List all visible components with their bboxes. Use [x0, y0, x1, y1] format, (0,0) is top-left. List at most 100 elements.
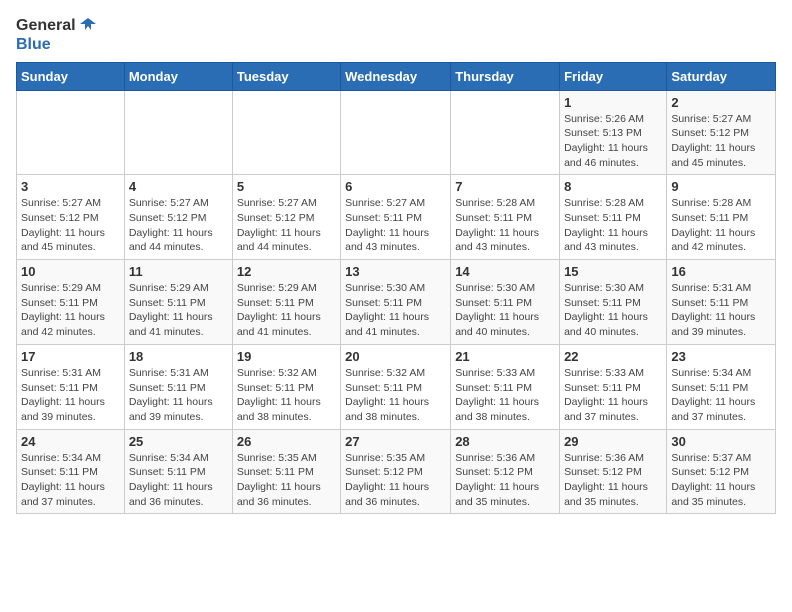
- day-number: 19: [237, 349, 336, 364]
- day-cell-27: 27 Sunrise: 5:35 AMSunset: 5:12 PMDayligh…: [341, 429, 451, 514]
- day-cell-13: 13 Sunrise: 5:30 AMSunset: 5:11 PMDayligh…: [341, 260, 451, 345]
- day-cell-24: 24 Sunrise: 5:34 AMSunset: 5:11 PMDayligh…: [17, 429, 125, 514]
- day-info: Sunrise: 5:33 AMSunset: 5:11 PMDaylight:…: [455, 366, 555, 425]
- week-row-5: 24 Sunrise: 5:34 AMSunset: 5:11 PMDayligh…: [17, 429, 776, 514]
- day-info: Sunrise: 5:34 AMSunset: 5:11 PMDaylight:…: [21, 451, 120, 510]
- day-number: 17: [21, 349, 120, 364]
- day-number: 3: [21, 179, 120, 194]
- day-info: Sunrise: 5:34 AMSunset: 5:11 PMDaylight:…: [671, 366, 771, 425]
- day-number: 11: [129, 264, 228, 279]
- day-cell-10: 10 Sunrise: 5:29 AMSunset: 5:11 PMDayligh…: [17, 260, 125, 345]
- day-number: 8: [564, 179, 662, 194]
- day-info: Sunrise: 5:27 AMSunset: 5:12 PMDaylight:…: [21, 196, 120, 255]
- day-number: 30: [671, 434, 771, 449]
- day-number: 2: [671, 95, 771, 110]
- empty-cell: [232, 90, 340, 175]
- day-cell-18: 18Sunrise: 5:31 AMSunset: 5:11 PMDayligh…: [124, 344, 232, 429]
- day-cell-12: 12 Sunrise: 5:29 AMSunset: 5:11 PMDayligh…: [232, 260, 340, 345]
- day-number: 24: [21, 434, 120, 449]
- day-info: Sunrise: 5:28 AMSunset: 5:11 PMDaylight:…: [671, 196, 771, 255]
- logo-bird-icon: [78, 16, 98, 36]
- day-cell-21: 21Sunrise: 5:33 AMSunset: 5:11 PMDayligh…: [451, 344, 560, 429]
- day-header-monday: Monday: [124, 62, 232, 90]
- day-number: 14: [455, 264, 555, 279]
- day-info: Sunrise: 5:28 AMSunset: 5:11 PMDaylight:…: [455, 196, 555, 255]
- day-number: 7: [455, 179, 555, 194]
- day-cell-17: 17 Sunrise: 5:31 AMSunset: 5:11 PMDayligh…: [17, 344, 125, 429]
- day-header-friday: Friday: [560, 62, 667, 90]
- day-number: 1: [564, 95, 662, 110]
- day-info: Sunrise: 5:27 AMSunset: 5:11 PMDaylight:…: [345, 196, 446, 255]
- day-info: Sunrise: 5:35 AMSunset: 5:11 PMDaylight:…: [237, 451, 336, 510]
- calendar-table: SundayMondayTuesdayWednesdayThursdayFrid…: [16, 62, 776, 515]
- day-cell-29: 29 Sunrise: 5:36 AMSunset: 5:12 PMDayligh…: [560, 429, 667, 514]
- day-cell-5: 5Sunrise: 5:27 AMSunset: 5:12 PMDaylight…: [232, 175, 340, 260]
- day-cell-8: 8 Sunrise: 5:28 AMSunset: 5:11 PMDaylight…: [560, 175, 667, 260]
- day-info: Sunrise: 5:27 AMSunset: 5:12 PMDaylight:…: [237, 196, 336, 255]
- day-cell-22: 22Sunrise: 5:33 AMSunset: 5:11 PMDayligh…: [560, 344, 667, 429]
- week-row-4: 17 Sunrise: 5:31 AMSunset: 5:11 PMDayligh…: [17, 344, 776, 429]
- day-info: Sunrise: 5:34 AMSunset: 5:11 PMDaylight:…: [129, 451, 228, 510]
- day-cell-30: 30Sunrise: 5:37 AMSunset: 5:12 PMDayligh…: [667, 429, 776, 514]
- day-number: 25: [129, 434, 228, 449]
- day-cell-26: 26Sunrise: 5:35 AMSunset: 5:11 PMDayligh…: [232, 429, 340, 514]
- day-header-tuesday: Tuesday: [232, 62, 340, 90]
- day-header-wednesday: Wednesday: [341, 62, 451, 90]
- day-cell-20: 20Sunrise: 5:32 AMSunset: 5:11 PMDayligh…: [341, 344, 451, 429]
- day-cell-28: 28 Sunrise: 5:36 AMSunset: 5:12 PMDayligh…: [451, 429, 560, 514]
- day-info: Sunrise: 5:32 AMSunset: 5:11 PMDaylight:…: [237, 366, 336, 425]
- day-info: Sunrise: 5:30 AMSunset: 5:11 PMDaylight:…: [345, 281, 446, 340]
- day-info: Sunrise: 5:36 AMSunset: 5:12 PMDaylight:…: [564, 451, 662, 510]
- day-info: Sunrise: 5:29 AMSunset: 5:11 PMDaylight:…: [21, 281, 120, 340]
- day-info: Sunrise: 5:30 AMSunset: 5:11 PMDaylight:…: [564, 281, 662, 340]
- day-header-saturday: Saturday: [667, 62, 776, 90]
- day-number: 10: [21, 264, 120, 279]
- day-info: Sunrise: 5:33 AMSunset: 5:11 PMDaylight:…: [564, 366, 662, 425]
- day-number: 12: [237, 264, 336, 279]
- day-info: Sunrise: 5:36 AMSunset: 5:12 PMDaylight:…: [455, 451, 555, 510]
- day-info: Sunrise: 5:31 AMSunset: 5:11 PMDaylight:…: [671, 281, 771, 340]
- day-info: Sunrise: 5:29 AMSunset: 5:11 PMDaylight:…: [129, 281, 228, 340]
- day-header-sunday: Sunday: [17, 62, 125, 90]
- week-row-2: 3 Sunrise: 5:27 AMSunset: 5:12 PMDaylight…: [17, 175, 776, 260]
- day-cell-23: 23 Sunrise: 5:34 AMSunset: 5:11 PMDayligh…: [667, 344, 776, 429]
- day-info: Sunrise: 5:27 AMSunset: 5:12 PMDaylight:…: [129, 196, 228, 255]
- day-info: Sunrise: 5:26 AMSunset: 5:13 PMDaylight:…: [564, 112, 662, 171]
- day-info: Sunrise: 5:31 AMSunset: 5:11 PMDaylight:…: [21, 366, 120, 425]
- day-cell-2: 2 Sunrise: 5:27 AMSunset: 5:12 PMDaylight…: [667, 90, 776, 175]
- day-info: Sunrise: 5:28 AMSunset: 5:11 PMDaylight:…: [564, 196, 662, 255]
- day-cell-7: 7 Sunrise: 5:28 AMSunset: 5:11 PMDaylight…: [451, 175, 560, 260]
- logo-blue: Blue: [16, 36, 98, 54]
- empty-cell: [451, 90, 560, 175]
- day-number: 28: [455, 434, 555, 449]
- day-cell-9: 9 Sunrise: 5:28 AMSunset: 5:11 PMDaylight…: [667, 175, 776, 260]
- day-number: 4: [129, 179, 228, 194]
- day-cell-4: 4 Sunrise: 5:27 AMSunset: 5:12 PMDaylight…: [124, 175, 232, 260]
- day-cell-1: 1 Sunrise: 5:26 AMSunset: 5:13 PMDaylight…: [560, 90, 667, 175]
- page-header: General Blue: [16, 16, 776, 54]
- logo: General Blue: [16, 16, 98, 54]
- days-header-row: SundayMondayTuesdayWednesdayThursdayFrid…: [17, 62, 776, 90]
- day-info: Sunrise: 5:27 AMSunset: 5:12 PMDaylight:…: [671, 112, 771, 171]
- day-number: 6: [345, 179, 446, 194]
- day-number: 13: [345, 264, 446, 279]
- logo-container: General Blue: [16, 16, 98, 54]
- day-cell-6: 6 Sunrise: 5:27 AMSunset: 5:11 PMDaylight…: [341, 175, 451, 260]
- week-row-1: 1 Sunrise: 5:26 AMSunset: 5:13 PMDaylight…: [17, 90, 776, 175]
- day-info: Sunrise: 5:29 AMSunset: 5:11 PMDaylight:…: [237, 281, 336, 340]
- day-number: 27: [345, 434, 446, 449]
- day-cell-14: 14Sunrise: 5:30 AMSunset: 5:11 PMDayligh…: [451, 260, 560, 345]
- day-header-thursday: Thursday: [451, 62, 560, 90]
- day-number: 29: [564, 434, 662, 449]
- empty-cell: [17, 90, 125, 175]
- day-cell-19: 19 Sunrise: 5:32 AMSunset: 5:11 PMDayligh…: [232, 344, 340, 429]
- day-number: 9: [671, 179, 771, 194]
- empty-cell: [341, 90, 451, 175]
- empty-cell: [124, 90, 232, 175]
- day-number: 15: [564, 264, 662, 279]
- day-info: Sunrise: 5:35 AMSunset: 5:12 PMDaylight:…: [345, 451, 446, 510]
- day-cell-3: 3 Sunrise: 5:27 AMSunset: 5:12 PMDaylight…: [17, 175, 125, 260]
- day-number: 23: [671, 349, 771, 364]
- day-cell-11: 11 Sunrise: 5:29 AMSunset: 5:11 PMDayligh…: [124, 260, 232, 345]
- day-info: Sunrise: 5:31 AMSunset: 5:11 PMDaylight:…: [129, 366, 228, 425]
